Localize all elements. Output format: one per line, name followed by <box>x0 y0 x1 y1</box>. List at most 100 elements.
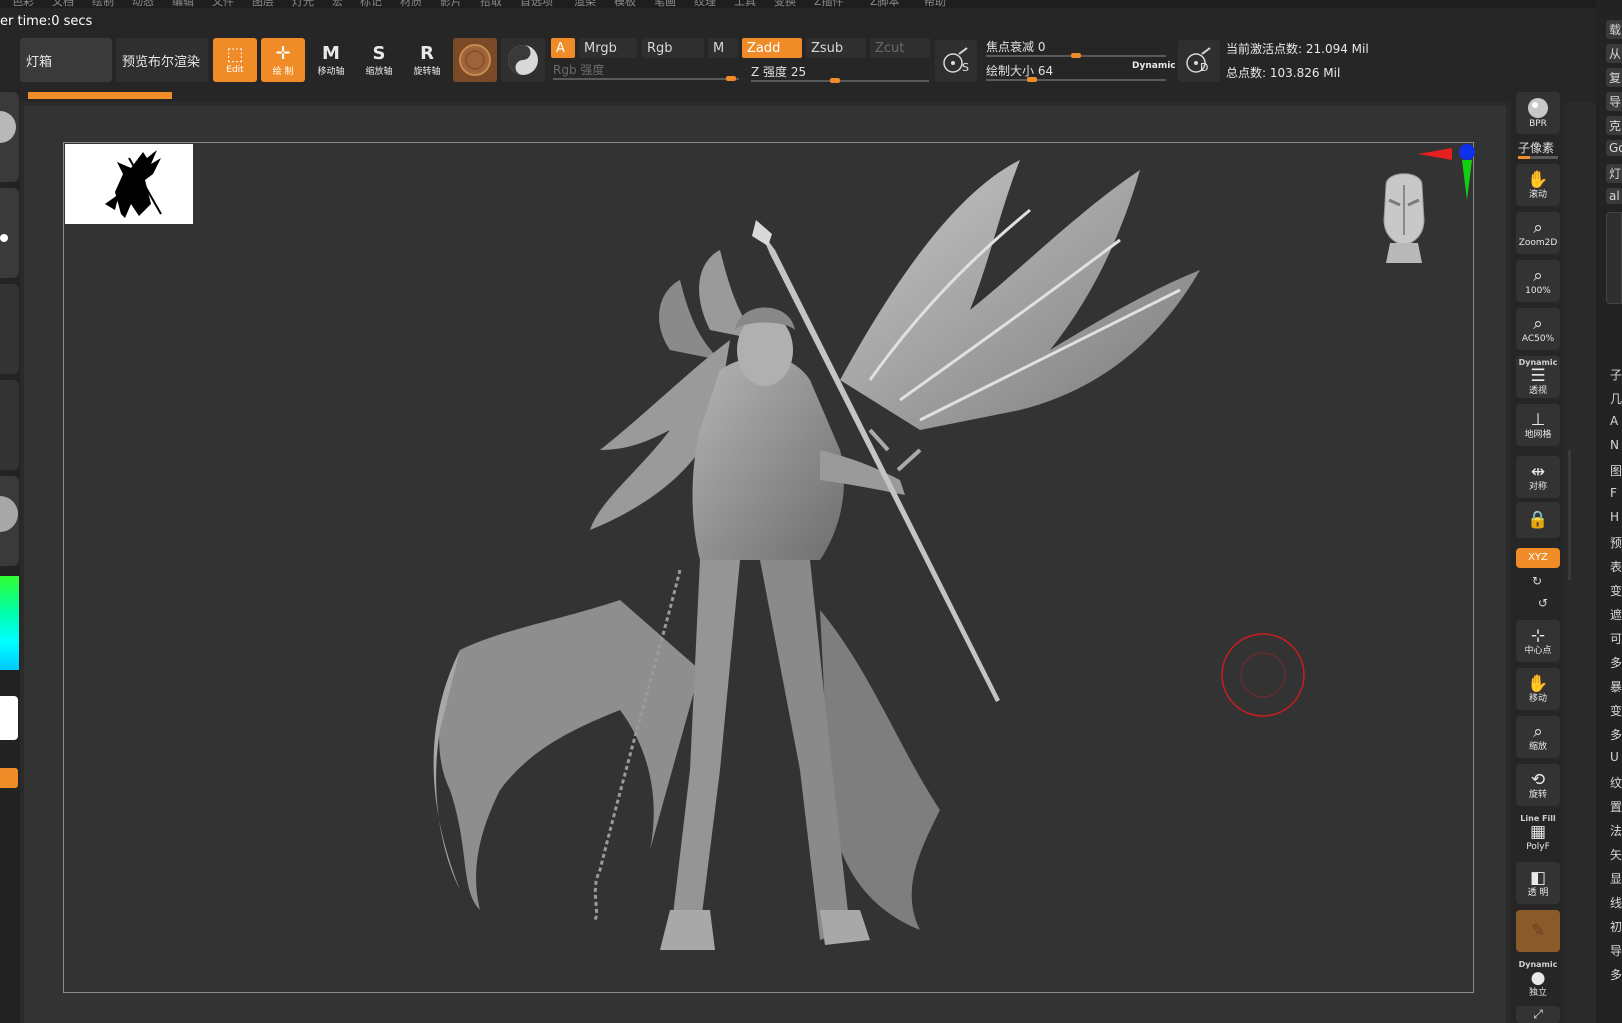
menu-item[interactable]: 标记 <box>360 0 382 8</box>
menu-item[interactable]: 变换 <box>774 0 796 8</box>
center-point-button[interactable]: ⊹ 中心点 <box>1516 620 1560 662</box>
tray-item[interactable]: N <box>1610 438 1619 452</box>
tray-item[interactable]: H <box>1610 510 1619 524</box>
tray-item[interactable]: 载 <box>1606 20 1622 39</box>
menu-item[interactable]: 首选项 <box>520 0 553 8</box>
move-gizmo-button[interactable]: M 移动轴 <box>309 38 353 82</box>
menu-item[interactable]: 影片 <box>440 0 462 8</box>
menu-item[interactable]: 纹理 <box>694 0 716 8</box>
tray-scrollbar[interactable] <box>1568 450 1571 580</box>
material-swatch-button[interactable] <box>453 38 497 82</box>
tray-item[interactable]: 多 <box>1610 654 1622 671</box>
menu-item[interactable]: Z插件 <box>814 0 844 8</box>
xyz-rotate-button[interactable]: XYZ <box>1516 548 1560 568</box>
tray-item[interactable]: 遮 <box>1610 606 1622 623</box>
rgb-intensity-knob[interactable] <box>726 76 736 81</box>
tray-item[interactable]: 复 <box>1606 68 1622 87</box>
tray-item[interactable]: A <box>1610 414 1618 428</box>
tray-item[interactable]: 置 <box>1610 798 1622 815</box>
ghost-button[interactable]: ✎ <box>1516 910 1560 952</box>
menu-item[interactable]: 绘制 <box>92 0 114 8</box>
texture-preview-button[interactable] <box>0 380 19 470</box>
menu-item[interactable]: 拾取 <box>480 0 502 8</box>
z-rotate-icon[interactable]: ↺ <box>1538 596 1548 610</box>
tray-item[interactable]: U <box>1610 750 1619 764</box>
zoom2d-button[interactable]: ⌕ Zoom2D <box>1516 212 1560 254</box>
lightbox-button[interactable]: 灯箱 <box>20 38 112 82</box>
tray-item[interactable]: al <box>1606 188 1622 204</box>
tray-item[interactable]: 图 <box>1610 462 1622 479</box>
tray-item[interactable]: 多 <box>1610 966 1622 983</box>
menu-item[interactable]: 笔画 <box>654 0 676 8</box>
zoom-view-button[interactable]: ⌕ 缩放 <box>1516 716 1560 758</box>
menu-item[interactable]: 文档 <box>52 0 74 8</box>
tray-item[interactable]: F <box>1610 486 1617 500</box>
edit-mode-button[interactable]: ⬚ Edit <box>213 38 257 82</box>
stroke-preview-button[interactable] <box>0 188 19 278</box>
tray-item[interactable]: 变 <box>1610 582 1622 599</box>
sculpt-model[interactable] <box>400 150 1220 990</box>
tray-item[interactable]: 法 <box>1610 822 1622 839</box>
ac50-button[interactable]: ⌕ AC50% <box>1516 308 1560 350</box>
m-channel-button[interactable]: M <box>708 38 738 58</box>
symmetry-button[interactable]: ⇹ 对称 <box>1516 456 1560 498</box>
dynamic-toggle[interactable]: Dynamic <box>1132 61 1176 71</box>
tray-item[interactable]: 灯 <box>1606 164 1622 183</box>
rotate-view-button[interactable]: ⟲ 旋转 <box>1516 764 1560 806</box>
perspective-button[interactable]: Dynamic ☰ 透视 <box>1516 356 1560 398</box>
tray-item[interactable]: 多 <box>1610 726 1622 743</box>
bpr-render-button[interactable]: BPR <box>1516 92 1560 134</box>
rgb-intensity-slider[interactable] <box>553 78 739 80</box>
actual-size-button[interactable]: ⌕ 100% <box>1516 260 1560 302</box>
tray-item[interactable]: 子 <box>1610 366 1622 383</box>
alpha-preview-button[interactable] <box>0 284 19 374</box>
menu-item[interactable]: 文件 <box>212 0 234 8</box>
tray-item[interactable]: 可 <box>1610 630 1622 647</box>
tray-item[interactable]: 矢 <box>1610 846 1622 863</box>
tray-item[interactable]: 初 <box>1610 918 1622 935</box>
tray-item[interactable]: 几 <box>1610 390 1622 407</box>
color-picker[interactable] <box>0 576 19 670</box>
main-color-swatch[interactable] <box>0 696 18 740</box>
menu-item[interactable]: Z脚本 <box>870 0 900 8</box>
transparency-button[interactable]: ◧ 透 明 <box>1516 862 1560 904</box>
subpixel-slider[interactable] <box>1518 156 1558 159</box>
menu-item[interactable]: 工具 <box>734 0 756 8</box>
lock-button[interactable]: 🔒 <box>1516 502 1560 538</box>
menu-item[interactable]: 宏 <box>332 0 343 8</box>
solo-button[interactable]: Dynamic ● 独立 <box>1516 958 1560 1000</box>
scroll-button[interactable]: ✋ 滚动 <box>1516 164 1560 206</box>
zcut-button[interactable]: Zcut <box>870 38 930 58</box>
zsub-button[interactable]: Zsub <box>806 38 866 58</box>
floor-grid-button[interactable]: ⊥ 地网格 <box>1516 404 1560 446</box>
tray-item[interactable]: 导 <box>1606 92 1622 111</box>
gyro-widget-icon[interactable] <box>1414 142 1478 202</box>
tray-item[interactable]: 导 <box>1610 942 1622 959</box>
material-preview-button[interactable] <box>0 476 19 566</box>
focal-shift-knob[interactable] <box>1071 53 1081 58</box>
z-intensity-knob[interactable] <box>830 78 840 83</box>
tray-item[interactable]: 线 <box>1610 894 1622 911</box>
rotate-gizmo-button[interactable]: R 旋转轴 <box>405 38 449 82</box>
lazy-mouse-s-button[interactable] <box>935 40 977 82</box>
move-view-button[interactable]: ✋ 移动 <box>1516 668 1560 710</box>
mrgb-channel-button[interactable]: Mrgb <box>579 38 637 58</box>
menu-item[interactable]: 帮助 <box>924 0 946 8</box>
frame-button[interactable]: ⤢ <box>1516 1006 1560 1023</box>
tray-item[interactable]: 从 <box>1606 44 1622 63</box>
draw-size-knob[interactable] <box>1027 77 1037 82</box>
y-rotate-icon[interactable]: ↻ <box>1532 574 1542 588</box>
tray-item[interactable]: 显 <box>1610 870 1622 887</box>
polyframe-button[interactable]: Line Fill ▦ PolyF <box>1516 812 1560 854</box>
menu-item[interactable]: 渲染 <box>574 0 596 8</box>
draw-mode-button[interactable]: ✛ 绘 制 <box>261 38 305 82</box>
stroke-type-button[interactable] <box>501 38 545 82</box>
secondary-color-swatch[interactable] <box>0 768 18 788</box>
tray-item[interactable]: 预 <box>1610 534 1622 551</box>
scale-gizmo-button[interactable]: S 缩放轴 <box>357 38 401 82</box>
z-intensity-slider[interactable] <box>751 80 929 82</box>
alpha-channel-button[interactable]: A <box>551 38 575 58</box>
menu-item[interactable]: 色彩 <box>12 0 34 8</box>
rgb-channel-button[interactable]: Rgb <box>642 38 704 58</box>
tray-item[interactable]: 纹 <box>1610 774 1622 791</box>
